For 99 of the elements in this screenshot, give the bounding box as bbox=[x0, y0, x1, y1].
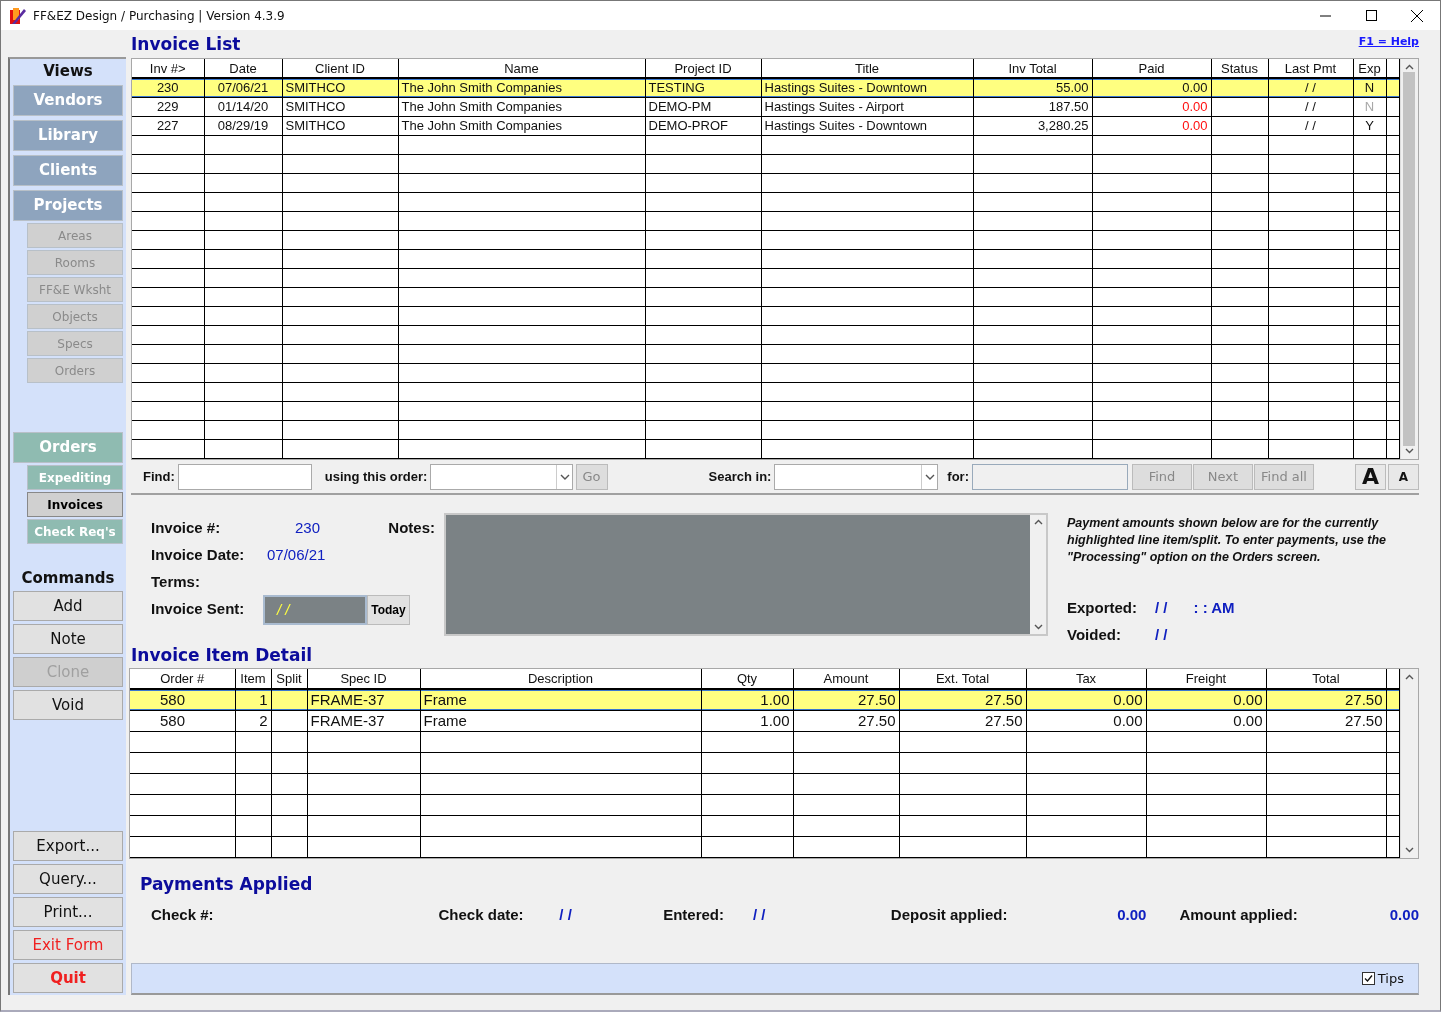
table-cell: The John Smith Companies bbox=[398, 97, 645, 117]
app-logo-icon bbox=[9, 6, 27, 25]
table-cell: Frame bbox=[420, 689, 701, 711]
field-value: 07/06/21 bbox=[266, 545, 327, 566]
table-cell: N bbox=[1353, 97, 1386, 117]
command-button[interactable]: Print... bbox=[13, 897, 123, 927]
field-value: / / bbox=[753, 905, 767, 925]
field-value: 0.00 bbox=[1116, 905, 1147, 925]
date-field[interactable]: / / bbox=[263, 594, 367, 625]
command-button[interactable]: Query... bbox=[13, 864, 123, 894]
table-cell: 27.50 bbox=[899, 710, 1026, 732]
field-label: Voided: bbox=[1067, 624, 1122, 645]
scroll-up-icon[interactable] bbox=[1404, 64, 1414, 70]
table-row[interactable]: 580 1 FRAME-37 Frame 1.00 27.50 27.50 0.00 0.00 27.50 bbox=[130, 689, 1399, 711]
field-label: Invoice Sent: bbox=[151, 599, 246, 620]
today-button[interactable]: Today bbox=[367, 594, 410, 625]
table-row[interactable]: 230 07/06/21 SMITHCO The John Smith Companies TESTING Hastings Suites - Downtown 55.00 0.00 / / N bbox=[132, 78, 1399, 98]
search-field[interactable] bbox=[972, 463, 1128, 490]
section-title: Invoice Item Detail bbox=[131, 645, 314, 665]
table-cell: DEMO-PM bbox=[645, 97, 761, 117]
field-label: Find: bbox=[143, 467, 175, 486]
scroll-down-icon[interactable] bbox=[1404, 847, 1414, 853]
table-cell: 0.00 bbox=[1092, 97, 1211, 117]
table-row[interactable]: 227 08/29/19 SMITHCO The John Smith Companies DEMO-PROF Hastings Suites - Downtown 3,280.25 0.00 / / Y bbox=[132, 116, 1399, 136]
table-cell: 0.00 bbox=[1146, 710, 1266, 732]
dropdown-arrow-icon[interactable] bbox=[555, 464, 572, 489]
table-cell: 2 bbox=[235, 710, 271, 732]
scroll-up-icon[interactable] bbox=[1404, 674, 1414, 680]
field-value: / / bbox=[559, 905, 573, 925]
table-cell: 08/29/19 bbox=[204, 116, 282, 136]
table-cell: 0.00 bbox=[1026, 710, 1146, 732]
dropdown-field[interactable] bbox=[774, 463, 939, 490]
table-cell: 27.50 bbox=[1266, 710, 1386, 732]
section-heading: Commands bbox=[20, 568, 116, 588]
table-cell: FRAME-37 bbox=[307, 710, 420, 732]
scroll-up-icon[interactable] bbox=[1033, 519, 1043, 525]
table-cell: Frame bbox=[420, 710, 701, 732]
field-value: / / bbox=[1155, 598, 1168, 618]
field-value: 0.00 bbox=[1388, 905, 1419, 925]
nav-button[interactable]: Invoices bbox=[27, 492, 123, 517]
table-cell: 01/14/20 bbox=[204, 97, 282, 117]
table-cell: Y bbox=[1353, 116, 1386, 136]
field-label: Exported: bbox=[1067, 598, 1138, 618]
table-cell: Hastings Suites - Downtown bbox=[761, 116, 973, 136]
tips-checkbox[interactable]: Tips bbox=[1361, 968, 1404, 989]
scroll-down-icon[interactable] bbox=[1404, 448, 1414, 454]
scrollbar-thumb[interactable] bbox=[1403, 72, 1415, 446]
section-heading: Views bbox=[42, 61, 94, 81]
table-cell: 580 bbox=[130, 710, 235, 732]
field-label: using this order: bbox=[324, 467, 428, 486]
section-title: Invoice List bbox=[131, 34, 241, 54]
section-title: Payments Applied bbox=[139, 874, 314, 894]
field-label: Check #: bbox=[151, 905, 215, 925]
table-cell: DEMO-PROF bbox=[645, 116, 761, 136]
table-cell: SMITHCO bbox=[282, 116, 398, 136]
close-icon bbox=[1411, 9, 1423, 22]
table-row[interactable]: 580 2 FRAME-37 Frame 1.00 27.50 27.50 0.00 0.00 27.50 bbox=[130, 710, 1399, 732]
command-button[interactable]: Add bbox=[13, 591, 123, 621]
help-link[interactable]: F1 = Help bbox=[1358, 34, 1419, 51]
table-cell: The John Smith Companies bbox=[398, 116, 645, 136]
table-cell: 0.00 bbox=[1092, 116, 1211, 136]
table-row[interactable]: 229 01/14/20 SMITHCO The John Smith Companies DEMO-PM Hastings Suites - Airport 187.50 0.00 / / N bbox=[132, 97, 1399, 117]
maximize-icon bbox=[1365, 10, 1377, 21]
field-label: Notes: bbox=[388, 518, 435, 539]
field-label: Invoice #: bbox=[151, 518, 222, 539]
field-value: : : AM bbox=[1193, 598, 1235, 618]
field-label: Amount applied: bbox=[1179, 905, 1299, 925]
table-cell: 229 bbox=[132, 97, 204, 117]
table-cell: 187.50 bbox=[973, 97, 1092, 117]
window-title: FF&EZ Design / Purchasing | Version 4.3.9 bbox=[33, 7, 285, 25]
table-cell: 27.50 bbox=[793, 710, 899, 732]
table-cell: 227 bbox=[132, 116, 204, 136]
field-label: Search in: bbox=[708, 467, 772, 486]
dropdown-field[interactable] bbox=[430, 463, 573, 490]
command-button[interactable]: Export... bbox=[13, 831, 123, 861]
field-label: Invoice Date: bbox=[151, 545, 246, 566]
command-button[interactable]: Note bbox=[13, 624, 123, 654]
find-field[interactable] bbox=[177, 463, 312, 490]
field-value: / / bbox=[1155, 624, 1168, 645]
info-text: Payment amounts shown below are for the currently highlighted line item/split. To enter payments, use the "Processing" option on the Orders screen. bbox=[1067, 515, 1388, 566]
field-value: 230 bbox=[294, 518, 322, 539]
field-label: Entered: bbox=[663, 905, 725, 925]
field-label: for: bbox=[947, 467, 969, 486]
table-cell: 580 bbox=[130, 689, 235, 711]
table-cell: / / bbox=[1268, 97, 1353, 117]
table-cell: SMITHCO bbox=[282, 97, 398, 117]
field-label: Check date: bbox=[438, 905, 525, 925]
scroll-down-icon[interactable] bbox=[1033, 624, 1043, 630]
font-larger-button[interactable]: A bbox=[1355, 463, 1386, 490]
notes-field[interactable] bbox=[444, 513, 1048, 636]
table-cell: Hastings Suites - Airport bbox=[761, 97, 973, 117]
checkbox-icon[interactable] bbox=[1361, 972, 1375, 985]
font-smaller-button[interactable]: A bbox=[1388, 463, 1419, 490]
table-cell: / / bbox=[1268, 116, 1353, 136]
field-label: Terms: bbox=[151, 572, 201, 593]
table-cell: 1.00 bbox=[701, 710, 793, 732]
field-label: Deposit applied: bbox=[890, 905, 1009, 925]
table-cell: 3,280.25 bbox=[973, 116, 1092, 136]
command-button[interactable]: Void bbox=[13, 690, 123, 720]
